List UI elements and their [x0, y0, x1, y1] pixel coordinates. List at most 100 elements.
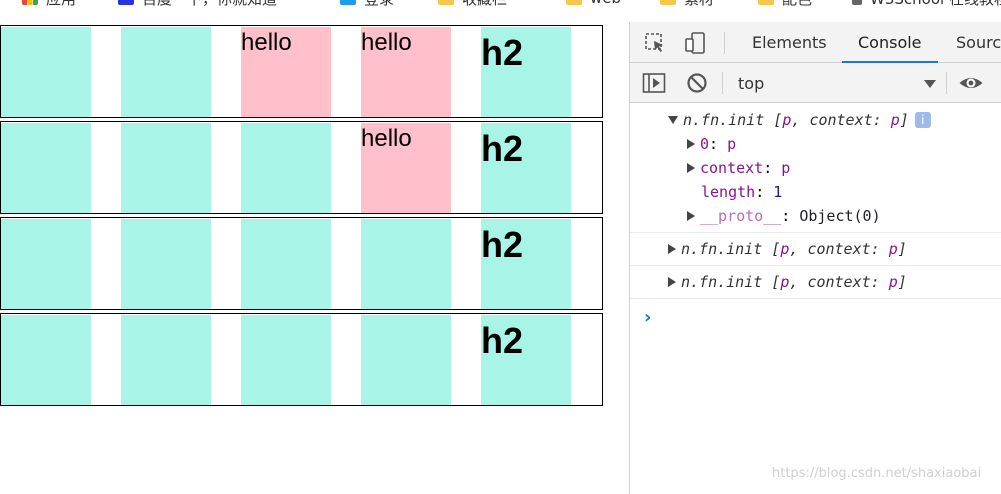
inspect-element-icon[interactable] [642, 30, 668, 56]
div-block [1, 219, 91, 309]
devtools-tab-bar: ElementsConsoleSources [630, 22, 1001, 63]
doc-icon [852, 0, 862, 5]
object-property[interactable]: __proto__: Object(0) [687, 205, 881, 227]
folder-icon [758, 0, 774, 5]
bookmark-label: 配色 [782, 0, 812, 8]
colon-separator: : [870, 273, 889, 291]
div-block [241, 219, 331, 309]
toolbar-separator [946, 72, 947, 94]
h2-block: h2 [481, 315, 571, 405]
live-expression-eye-icon[interactable] [958, 70, 984, 96]
devtools-panel: ElementsConsoleSources top n.fn.init [ p,… [629, 22, 1001, 494]
paragraph-block: hello [361, 123, 451, 213]
console-prompt-icon[interactable]: › [644, 307, 651, 328]
bookmark-label: web [590, 0, 621, 7]
bookmark-item[interactable]: 登录 [340, 0, 394, 8]
context-key: context [809, 111, 873, 129]
colon-separator: : [870, 240, 889, 258]
div-block [121, 27, 211, 117]
console-object-summary[interactable]: n.fn.init [p, context: p] i [668, 109, 931, 131]
folder-icon [660, 0, 676, 5]
bookmark-item[interactable]: 素材 [660, 0, 714, 8]
property-key: context [700, 159, 764, 177]
folder-icon [566, 0, 582, 5]
property-value: p [727, 135, 737, 153]
clear-console-icon[interactable] [684, 70, 710, 96]
tab-console[interactable]: Console [842, 22, 938, 63]
context-label: top [738, 74, 765, 93]
tab-elements[interactable]: Elements [736, 22, 843, 63]
object-class-name: n.fn.init [681, 240, 763, 258]
console-object-summary[interactable]: n.fn.init [p, context: p] [668, 238, 907, 260]
bookmark-item[interactable]: 收藏栏 [438, 0, 507, 8]
console-message: n.fn.init [p, context: p] [630, 266, 1001, 299]
dropdown-caret-icon [924, 80, 936, 88]
colon-separator: : [872, 111, 891, 129]
baidu-icon [118, 0, 134, 5]
bookmark-item[interactable]: web [566, 0, 621, 8]
console-output: n.fn.init [p, context: p] i 0: p context: p… [630, 104, 1001, 494]
bookmark-label: 登录 [364, 0, 394, 8]
bookmark-item[interactable]: 应用 [22, 0, 76, 8]
tab-separator [724, 32, 725, 54]
info-icon[interactable]: i [914, 112, 931, 128]
comma-separator: , [789, 273, 808, 291]
object-class-name: n.fn.init [681, 273, 763, 291]
flex-container-row: h2 [0, 313, 603, 406]
context-value: p [890, 111, 900, 129]
context-key: context [807, 273, 871, 291]
console-object-summary[interactable]: n.fn.init [p, context: p] [668, 271, 907, 293]
property-value: 1 [773, 183, 783, 201]
bookmark-label: 收藏栏 [462, 0, 507, 8]
bookmark-item[interactable]: 配色 [758, 0, 812, 8]
object-property[interactable]: 0: p [687, 133, 736, 155]
paragraph-block: hello [241, 27, 331, 117]
bookmark-label: 应用 [46, 0, 76, 8]
bracket-open: [ [771, 240, 781, 258]
context-value: p [888, 273, 898, 291]
div-block [121, 315, 211, 405]
bracket-close: ] [899, 111, 909, 129]
div-block [361, 315, 451, 405]
object-property[interactable]: context: p [687, 157, 790, 179]
expand-triangle-right-icon[interactable] [668, 277, 676, 287]
comma-separator: , [789, 240, 808, 258]
object-class-name: n.fn.init [683, 111, 765, 129]
bookmark-item[interactable]: W3School 在线教程 [852, 0, 1001, 8]
div-block [121, 123, 211, 213]
console-toolbar: top [630, 63, 1001, 103]
div-block [241, 315, 331, 405]
context-selector[interactable]: top [730, 72, 940, 96]
object-property: length: 1 [701, 183, 783, 201]
expand-triangle-right-icon[interactable] [668, 244, 676, 254]
folder-icon [438, 0, 454, 5]
flex-container-row: hello h2 [0, 121, 603, 214]
paragraph-text: hello [241, 29, 292, 56]
property-key: 0 [700, 135, 710, 153]
tab-sources[interactable]: Sources [940, 22, 1001, 63]
property-value: Object(0) [799, 207, 881, 225]
device-toolbar-icon[interactable] [682, 30, 708, 56]
expand-triangle-right-icon[interactable] [687, 163, 695, 173]
bookmark-label: W3School 在线教程 [870, 0, 1001, 8]
expand-triangle-down-icon[interactable] [668, 116, 678, 124]
h2-block: h2 [481, 27, 571, 117]
heading-text: h2 [481, 224, 524, 265]
paragraph-text: hello [361, 125, 412, 152]
h2-block: h2 [481, 219, 571, 309]
paragraph-text: hello [361, 29, 412, 56]
expand-triangle-right-icon[interactable] [687, 139, 695, 149]
bracket-open: [ [771, 273, 781, 291]
page-viewport: hello hello h2 hello h2 h2 h2 [0, 0, 629, 494]
apps-grid-icon [22, 0, 38, 5]
bracket-close: ] [897, 273, 907, 291]
show-sidebar-icon[interactable] [641, 70, 667, 96]
context-value: p [888, 240, 898, 258]
bookmark-item[interactable]: 百度一下，你就知道 [118, 0, 277, 8]
property-value: p [781, 159, 791, 177]
heading-text: h2 [481, 320, 524, 361]
div-block [1, 123, 91, 213]
expand-triangle-right-icon[interactable] [687, 211, 695, 221]
paragraph-block: hello [361, 27, 451, 117]
swirl-icon [340, 0, 356, 5]
